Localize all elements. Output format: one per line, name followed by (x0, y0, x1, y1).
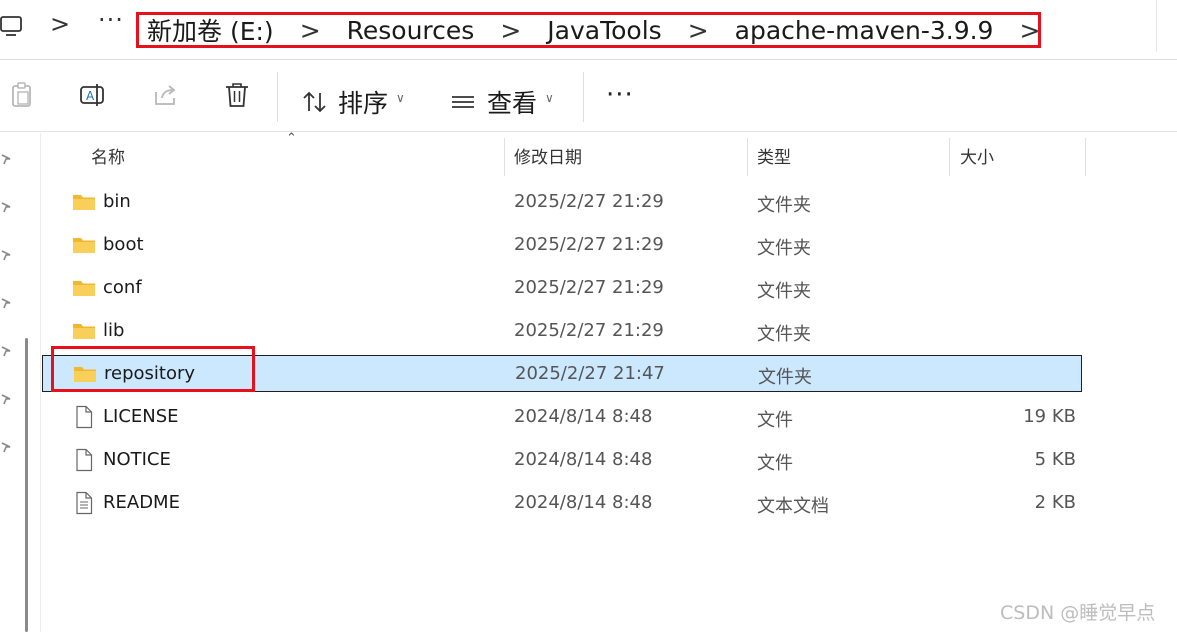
breadcrumb-item-javatools[interactable]: JavaTools (547, 16, 661, 45)
rename-button[interactable]: A (78, 80, 108, 110)
file-type: 文件 (757, 410, 793, 431)
divider (277, 72, 278, 122)
file-name: conf (103, 277, 142, 298)
view-list-icon (452, 96, 474, 108)
file-type: 文件夹 (758, 367, 812, 388)
computer-icon[interactable] (0, 14, 26, 38)
file-date: 2025/2/27 21:29 (514, 277, 664, 298)
file-row[interactable]: boot 2025/2/27 21:29 文件夹 (42, 227, 1082, 264)
pin-icon[interactable] (0, 297, 12, 309)
file-name: NOTICE (103, 449, 171, 470)
file-row[interactable]: README 2024/8/14 8:48 文本文档 2 KB (42, 485, 1082, 522)
scrollbar[interactable] (25, 338, 28, 632)
file-row[interactable]: bin 2025/2/27 21:29 文件夹 (42, 184, 1082, 221)
file-date: 2024/8/14 8:48 (514, 492, 653, 513)
file-row[interactable]: conf 2025/2/27 21:29 文件夹 (42, 270, 1082, 307)
column-resize-handle[interactable] (747, 138, 748, 176)
divider (0, 131, 1177, 132)
file-date: 2024/8/14 8:48 (514, 449, 653, 470)
navigation-pane (0, 133, 42, 632)
pin-icon[interactable] (0, 345, 12, 357)
file-name: LICENSE (103, 406, 179, 427)
column-header: ⌃ 名称 修改日期 类型 大小 (42, 131, 1177, 177)
pin-icon[interactable] (0, 393, 12, 405)
file-type: 文件夹 (757, 238, 811, 259)
file-size: 19 KB (1023, 406, 1076, 427)
breadcrumb: 新加卷 (E:) > Resources > JavaTools > apach… (136, 12, 1041, 48)
file-date: 2025/2/27 21:29 (514, 234, 664, 255)
divider (1156, 0, 1157, 52)
chevron-right-icon[interactable]: > (300, 16, 321, 45)
pin-icon[interactable] (0, 441, 12, 453)
column-resize-handle[interactable] (949, 138, 950, 176)
column-resize-handle[interactable] (1085, 138, 1086, 176)
column-resize-handle[interactable] (504, 138, 505, 176)
column-header-date[interactable]: 修改日期 (514, 143, 582, 168)
file-type: 文本文档 (757, 496, 829, 517)
pin-icon[interactable] (0, 153, 12, 165)
breadcrumb-item-resources[interactable]: Resources (347, 16, 475, 45)
file-name: README (103, 492, 180, 513)
breadcrumb-item-drive[interactable]: 新加卷 (E:) (147, 12, 274, 48)
paste-button[interactable] (7, 80, 37, 110)
chevron-right-icon[interactable]: > (500, 16, 521, 45)
file-name: boot (103, 234, 144, 255)
pin-icon[interactable] (0, 249, 12, 261)
folder-icon (72, 276, 96, 300)
divider (40, 133, 41, 632)
file-name: lib (103, 320, 125, 341)
delete-button[interactable] (222, 80, 252, 110)
file-date: 2025/2/27 21:29 (514, 191, 664, 212)
column-header-type[interactable]: 类型 (757, 143, 791, 168)
file-icon (72, 405, 96, 429)
file-type: 文件 (757, 453, 793, 474)
file-size: 5 KB (1034, 449, 1076, 470)
address-bar: > ··· 新加卷 (E:) > Resources > JavaTools >… (0, 0, 1177, 58)
view-label: 查看 (487, 89, 538, 118)
divider (583, 72, 584, 122)
folder-icon (72, 233, 96, 257)
folder-icon (72, 319, 96, 343)
sort-icon (303, 91, 326, 113)
text-file-icon (72, 491, 96, 515)
file-row[interactable]: lib 2025/2/27 21:29 文件夹 (42, 313, 1082, 350)
file-row[interactable]: NOTICE 2024/8/14 8:48 文件 5 KB (42, 442, 1082, 479)
command-bar: A 排序 ∨ 查看 ∨ ··· (0, 62, 1177, 130)
file-date: 2025/2/27 21:47 (515, 363, 665, 384)
pin-icon[interactable] (0, 201, 12, 213)
chevron-down-icon: ∨ (545, 91, 554, 105)
file-date: 2025/2/27 21:29 (514, 320, 664, 341)
highlight-box (51, 346, 255, 392)
divider (0, 59, 1177, 60)
chevron-right-icon[interactable]: > (50, 10, 70, 38)
view-menu-button[interactable]: 查看 ∨ (451, 84, 554, 120)
file-type: 文件夹 (757, 281, 811, 302)
sort-menu-button[interactable]: 排序 ∨ (302, 84, 405, 120)
file-size: 2 KB (1034, 492, 1076, 513)
trash-icon (226, 83, 248, 107)
chevron-down-icon: ∨ (396, 91, 405, 105)
breadcrumb-item-maven[interactable]: apache-maven-3.9.9 (735, 16, 994, 45)
clipboard-icon (12, 82, 31, 107)
folder-icon (72, 190, 96, 214)
share-icon (155, 85, 176, 105)
file-type: 文件夹 (757, 195, 811, 216)
watermark: CSDN @睡觉早点 (1000, 602, 1156, 624)
file-name: bin (103, 191, 131, 212)
column-header-size[interactable]: 大小 (960, 143, 994, 168)
file-date: 2024/8/14 8:48 (514, 406, 653, 427)
breadcrumb-overflow-button[interactable]: ··· (98, 6, 124, 34)
file-row[interactable]: LICENSE 2024/8/14 8:48 文件 19 KB (42, 399, 1082, 436)
share-button[interactable] (151, 80, 181, 110)
rename-icon: A (80, 84, 104, 106)
more-options-button[interactable]: ··· (606, 80, 634, 110)
file-icon (72, 448, 96, 472)
file-type: 文件夹 (757, 324, 811, 345)
column-header-name[interactable]: 名称 (91, 143, 125, 168)
sort-label: 排序 (338, 89, 389, 118)
svg-text:A: A (86, 89, 95, 103)
chevron-right-icon[interactable]: > (688, 16, 709, 45)
chevron-right-icon[interactable]: > (1019, 16, 1040, 45)
sort-ascending-icon: ⌃ (286, 131, 297, 146)
